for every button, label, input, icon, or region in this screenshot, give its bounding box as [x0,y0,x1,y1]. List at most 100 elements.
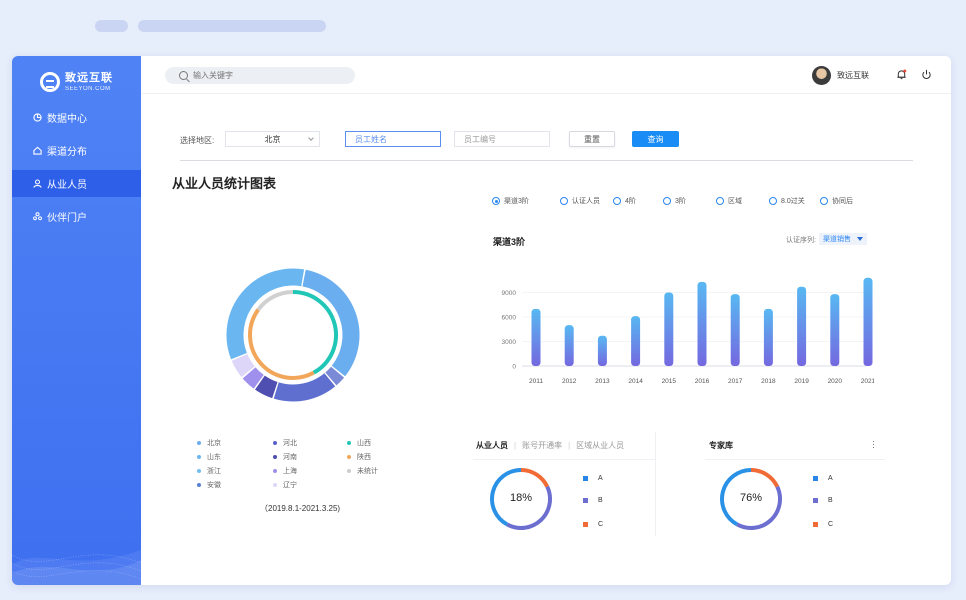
radio-channel-3[interactable]: 渠道3阶 [492,196,529,206]
bar[interactable] [664,292,674,367]
radio-level-3[interactable]: 3阶 [663,196,686,206]
bell-icon[interactable] [896,69,907,80]
bar[interactable] [797,286,807,366]
legend-swatch [347,469,351,473]
legend-item: 陕西 [347,452,371,462]
expert-panel: 专家库 · · · 76% A B C [705,432,885,536]
legend-item: 山西 [347,438,371,448]
legend-item: A [583,475,603,482]
bar[interactable] [763,308,773,366]
region-select[interactable]: 北京 [225,131,320,147]
more-icon[interactable]: · · · [872,437,875,452]
x-tick-label: 2017 [728,378,743,385]
region-value: 北京 [264,134,281,144]
radio-level-4[interactable]: 4阶 [613,196,636,206]
panel-tabs: 从业人员 | 账号开通率 | 区域从业人员 [476,440,624,451]
donut-inner-slice[interactable] [248,308,315,380]
sidebar-item-practitioners[interactable]: 从业人员 [12,170,141,197]
search-box[interactable] [165,67,355,84]
radio-region[interactable]: 区域 [716,196,742,206]
legend-swatch [813,498,818,503]
search-input[interactable] [193,71,343,80]
legend-label: A [598,475,603,482]
donut-slice[interactable] [273,373,336,402]
legend-label: B [828,497,833,504]
radio-label: 4阶 [625,198,636,205]
tab-regional-practitioners[interactable]: 区域从业人员 [576,440,624,451]
radio-label: 认证人员 [572,198,600,205]
y-tick-label: 6000 [502,315,517,322]
brand-name: 致远互联 [65,71,113,84]
radio-8-0-pass[interactable]: 8.0过关 [769,196,805,206]
avatar[interactable] [812,66,831,85]
bar[interactable] [863,277,873,366]
bar[interactable] [830,294,840,366]
sidebar-item-label: 渠道分布 [47,147,87,158]
donut-slice[interactable] [226,268,305,360]
bar[interactable] [697,281,707,366]
radio-dot [663,197,671,205]
legend-label: A [828,475,833,482]
x-tick-label: 2020 [828,378,843,385]
partners-icon [33,212,42,221]
metric-radio-group: 渠道3阶 认证人员 4阶 3阶 区域 8.0过关 协同后 [492,196,892,210]
sidebar-item-label: 从业人员 [47,180,87,191]
brand-logo[interactable]: 致远互联 SEEYON.COM [40,72,113,92]
x-tick-label: 2014 [628,378,643,385]
radio-certified[interactable]: 认证人员 [560,196,600,206]
sidebar-item-partners[interactable]: 伙伴门户 [12,203,141,230]
region-label: 选择地区: [180,136,215,145]
radio-collab[interactable]: 协同后 [820,196,853,206]
employee-id-input[interactable]: 员工编号 [454,131,550,147]
legend-label: 河北 [283,440,297,447]
donut-slice[interactable] [255,375,278,399]
bar[interactable] [631,316,641,366]
legend-label: 山东 [207,454,221,461]
caret-down-icon [857,237,863,241]
donut-inner-slice[interactable] [292,290,338,375]
legend-label: C [828,521,834,528]
series-label: 认证序列: [786,237,816,244]
legend-label: 北京 [207,440,221,447]
date-range: （2019.8.1-2021.3.25) [260,504,341,513]
panel-divider [705,459,885,460]
legend-label: 未统计 [357,468,378,475]
bar[interactable] [531,308,541,366]
legend-swatch [583,498,588,503]
bar[interactable] [597,335,607,366]
tab-practitioners[interactable]: 从业人员 [476,440,508,451]
bar[interactable] [730,294,740,366]
search-icon [179,71,188,80]
legend-item: B [813,497,833,504]
radio-label: 3阶 [675,198,686,205]
donut-slice[interactable] [231,353,255,378]
donut-slice[interactable] [242,367,264,389]
username[interactable]: 致远互联 [837,70,869,81]
legend-item: C [583,521,603,528]
reset-button[interactable]: 重置 [569,131,615,147]
power-icon[interactable] [921,69,932,80]
ring-segment[interactable] [520,468,550,488]
legend-swatch [197,455,201,459]
bar-chart-title: 渠道3阶 [493,237,526,247]
sidebar: 致远互联 SEEYON.COM 数据中心 渠道分布 从业人员 伙伴门户 [12,56,141,585]
employee-name-input[interactable]: 员工姓名 [345,131,441,147]
legend-swatch [813,476,818,481]
sidebar-item-data-center[interactable]: 数据中心 [12,104,141,131]
series-select[interactable]: 渠道销售 [819,233,867,245]
query-button[interactable]: 查询 [632,131,679,147]
radio-label: 渠道3阶 [504,198,529,205]
bar[interactable] [564,325,574,366]
yearly-bar-chart: 0 3000 6000 9000 2011 2012 2013 2014 2015 2016 201… [502,277,874,385]
donut-legend: 北京 河北 山西 山东 河南 陕西 浙江 上海 未统计 安徽 辽宁 [197,435,397,495]
radio-dot [716,197,724,205]
donut-slice[interactable] [325,366,345,386]
legend-label: 上海 [283,468,297,475]
ring-segment[interactable] [750,468,780,488]
tab-account-rate[interactable]: 账号开通率 [522,440,562,451]
x-tick-label: 2011 [529,378,543,385]
decor-pill [95,20,128,32]
radio-label: 8.0过关 [781,198,805,205]
donut-slice[interactable] [302,269,360,377]
sidebar-item-channel[interactable]: 渠道分布 [12,137,141,164]
